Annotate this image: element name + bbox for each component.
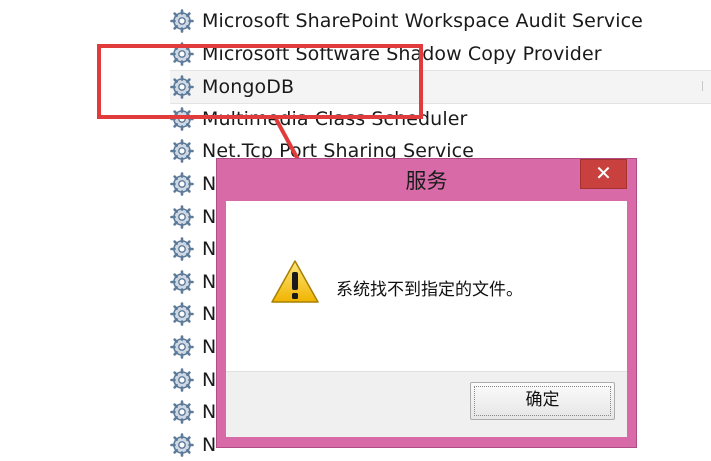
service-name: N xyxy=(202,173,217,195)
error-message: 系统找不到指定的文件。 xyxy=(336,280,523,300)
gear-icon xyxy=(170,432,194,457)
service-row[interactable]: MongoDB xyxy=(170,70,711,105)
dialog-body: 系统找不到指定的文件。 xyxy=(226,201,627,371)
ok-button[interactable]: 确定 xyxy=(470,382,615,420)
gear-icon xyxy=(170,269,194,294)
service-row[interactable]: Microsoft SharePoint Workspace Audit Ser… xyxy=(170,5,711,37)
gear-icon xyxy=(170,335,194,359)
dialog-footer: 确定 xyxy=(226,371,627,437)
service-row[interactable]: Multimedia Class Scheduler xyxy=(170,103,711,135)
close-button[interactable]: ✕ xyxy=(580,159,627,189)
gear-icon xyxy=(170,400,194,424)
gear-icon xyxy=(170,9,194,33)
service-name: N xyxy=(202,433,217,456)
column-divider xyxy=(702,81,703,92)
gear-icon xyxy=(170,367,194,392)
gear-icon xyxy=(170,75,194,99)
focus-outline xyxy=(474,386,611,416)
service-name: N xyxy=(202,401,217,424)
gear-icon xyxy=(170,172,194,196)
service-name: N xyxy=(202,368,217,391)
gear-icon xyxy=(170,139,194,164)
close-icon: ✕ xyxy=(595,161,612,185)
gear-icon xyxy=(170,237,194,261)
service-name: Multimedia Class Scheduler xyxy=(202,107,468,130)
service-name: N xyxy=(202,270,217,293)
service-name: N xyxy=(202,303,217,326)
gear-icon xyxy=(170,302,194,327)
gear-icon xyxy=(170,106,194,131)
service-name: MongoDB xyxy=(202,76,295,99)
service-name: N xyxy=(202,336,217,358)
gear-icon xyxy=(170,204,194,229)
error-dialog: 服务 ✕ 系统找不到指定的文件。 确定 xyxy=(216,158,637,448)
service-name: Microsoft Software Shadow Copy Provider xyxy=(202,42,602,65)
service-name: Microsoft SharePoint Workspace Audit Ser… xyxy=(202,10,643,32)
service-name: N xyxy=(202,238,217,261)
dialog-title: 服务 xyxy=(405,169,448,193)
service-row[interactable]: Microsoft Software Shadow Copy Provider xyxy=(170,38,711,70)
service-name: N xyxy=(202,205,217,228)
warning-icon xyxy=(271,260,319,303)
gear-icon xyxy=(170,41,194,66)
